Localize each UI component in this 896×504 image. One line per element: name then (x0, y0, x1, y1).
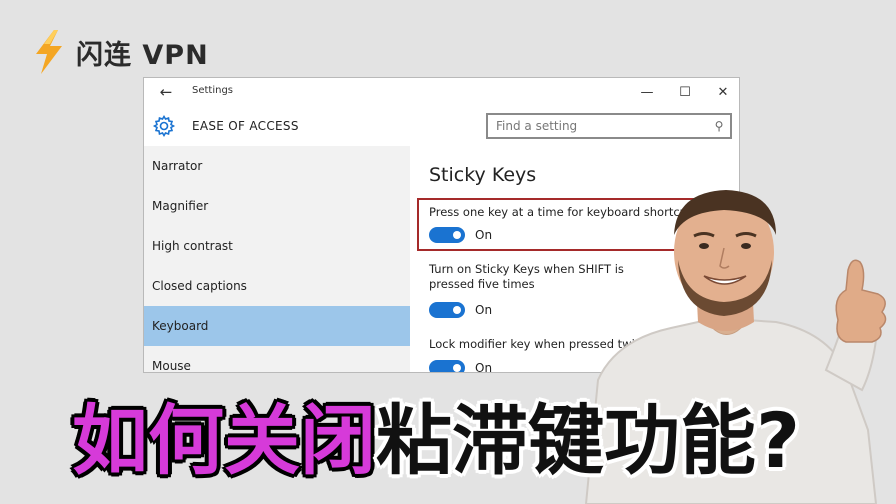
toggle-state-label: On (475, 361, 493, 373)
brand-name: 闪连 VPN (76, 39, 209, 71)
setting-lock-modifier-toggle-row: On (429, 360, 493, 373)
window-title: Settings (192, 85, 234, 96)
back-button[interactable]: ← (152, 81, 180, 103)
setting-shift-five-toggle-row: On (429, 302, 492, 318)
shift-five-toggle[interactable] (429, 302, 465, 318)
settings-header: EASE OF ACCESS ⚲ (144, 106, 739, 146)
maximize-button[interactable]: ☐ (666, 78, 704, 106)
sidebar-item-narrator[interactable]: Narrator (144, 146, 410, 186)
sidebar-item-keyboard[interactable]: Keyboard (144, 306, 410, 346)
lightning-bolt-icon (36, 30, 62, 74)
toggle-state-label: On (475, 303, 493, 317)
gear-icon (152, 114, 176, 138)
minimize-button[interactable]: — (628, 78, 666, 106)
section-title: EASE OF ACCESS (192, 119, 299, 133)
close-button[interactable]: ✕ (704, 78, 739, 106)
back-arrow-icon: ← (159, 83, 173, 101)
sidebar: Narrator Magnifier High contrast Closed … (144, 146, 410, 372)
sidebar-item-magnifier[interactable]: Magnifier (144, 186, 410, 226)
sidebar-item-closed-captions[interactable]: Closed captions (144, 266, 410, 306)
search-box[interactable]: ⚲ (486, 113, 732, 139)
title-bar: ← Settings — ☐ ✕ (144, 78, 739, 106)
lock-modifier-toggle[interactable] (429, 360, 465, 372)
sidebar-item-mouse[interactable]: Mouse (144, 346, 410, 372)
caption-highlight: 如何关闭 (72, 396, 376, 485)
page-title: Sticky Keys (429, 164, 537, 186)
brand-logo: 闪连 VPN (30, 30, 209, 74)
caption-text: 粘滞键功能? (376, 396, 801, 485)
search-icon[interactable]: ⚲ (708, 119, 730, 133)
search-input[interactable] (488, 115, 708, 137)
headline-caption: 如何关闭 粘滞键功能? (72, 384, 800, 485)
sidebar-item-high-contrast[interactable]: High contrast (144, 226, 410, 266)
